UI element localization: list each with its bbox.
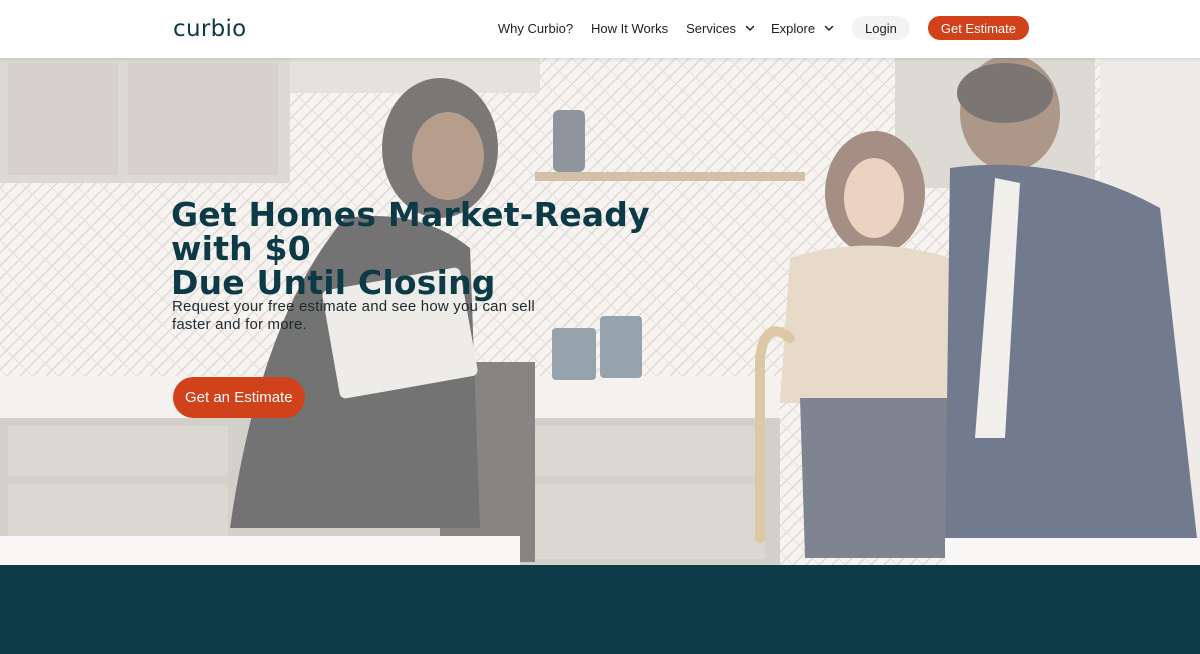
hero-title-line-1: Get Homes Market-Ready with $0 — [171, 195, 650, 268]
curbio-logo[interactable]: curbio — [173, 16, 247, 42]
get-an-estimate-button[interactable]: Get an Estimate — [173, 377, 305, 418]
nav-services-label: Services — [686, 20, 736, 36]
nav-explore-label: Explore — [770, 20, 816, 36]
hero-title: Get Homes Market-Ready with $0 Due Until… — [171, 198, 731, 300]
nav-explore-dropdown[interactable]: Explore — [771, 21, 834, 36]
site-header: curbio Why Curbio? How It Works Services… — [0, 0, 1200, 58]
nav-how-it-works[interactable]: How It Works — [591, 21, 668, 36]
login-button[interactable]: Login — [852, 16, 910, 40]
hero-section: Get Homes Market-Ready with $0 Due Until… — [0, 58, 1200, 565]
chevron-down-icon — [824, 23, 834, 33]
get-estimate-button[interactable]: Get Estimate — [927, 16, 1029, 40]
chevron-down-icon — [745, 23, 755, 33]
nav-services-dropdown[interactable]: Services — [686, 21, 755, 36]
nav-how-it-works-label: How It Works — [591, 20, 669, 36]
hero-subtitle: Request your free estimate and see how y… — [172, 298, 535, 333]
main-nav: Why Curbio? How It Works Services Explor… — [498, 16, 1029, 40]
nav-why-curbio[interactable]: Why Curbio? — [498, 21, 573, 36]
dark-section-band — [0, 565, 1200, 654]
hero-title-line-2: Due Until Closing — [171, 263, 496, 302]
nav-why-curbio-label: Why Curbio? — [497, 20, 574, 36]
